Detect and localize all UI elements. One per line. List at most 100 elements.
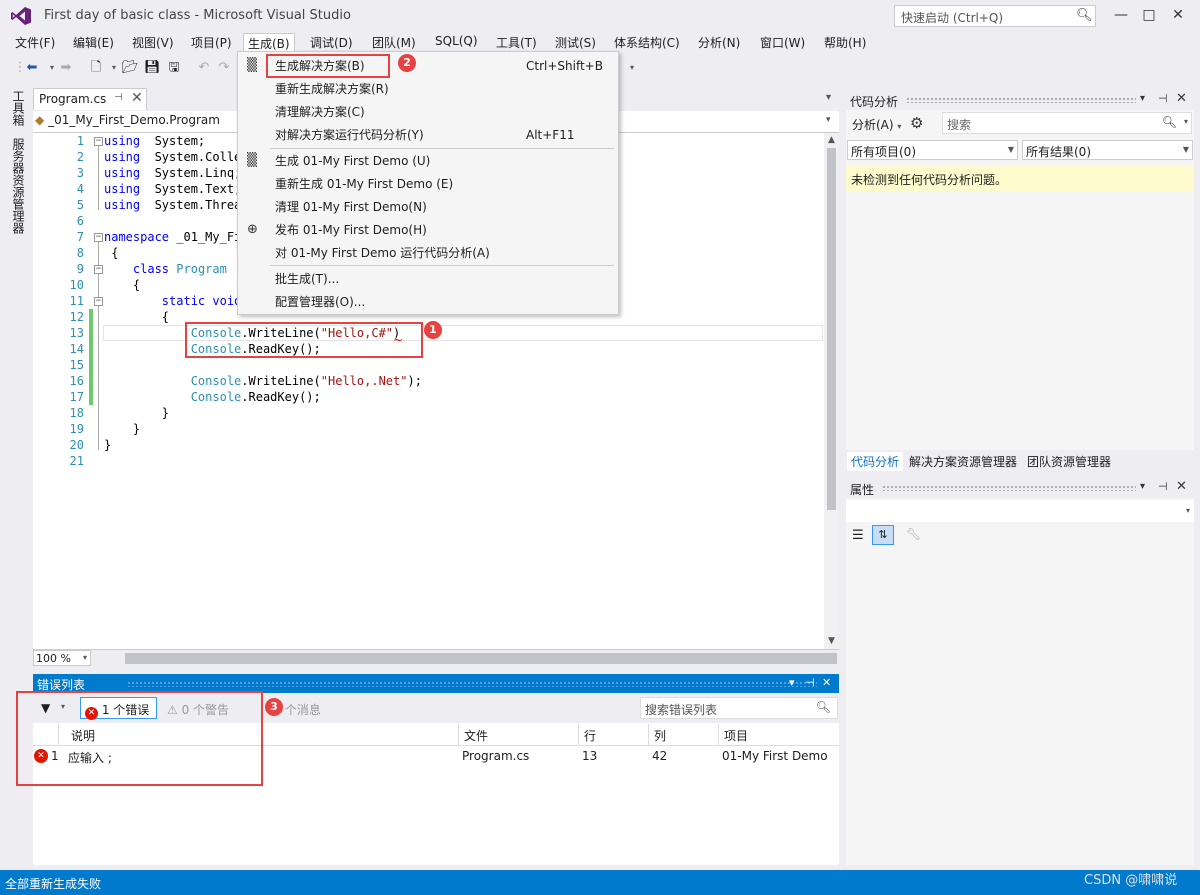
filter-results-combo[interactable]: 所有结果(0) ▼ <box>1022 140 1193 160</box>
code-token: System.Collec <box>140 150 249 164</box>
analyze-button[interactable]: 分析(A) ▾ <box>852 116 901 133</box>
collapse-icon[interactable]: − <box>94 265 103 274</box>
menu-item-0[interactable]: 文件(F) <box>11 33 59 52</box>
save-icon[interactable]: 💾︎ <box>144 60 161 76</box>
error-squiggle: ~ <box>393 333 404 347</box>
close-icon[interactable]: ✕ <box>131 90 143 106</box>
quick-launch-input[interactable]: 快速启动 (Ctrl+Q) <box>894 5 1096 27</box>
pin-icon[interactable]: ⊣ <box>805 676 815 689</box>
chevron-down-icon[interactable]: ▾ <box>826 92 831 103</box>
forward-icon[interactable]: ➡ <box>58 60 74 76</box>
horizontal-scrollbar[interactable] <box>125 653 837 664</box>
tab-solution-explorer[interactable]: 解决方案资源管理器 <box>905 452 1021 471</box>
scroll-up-icon[interactable]: ▲ <box>824 135 839 145</box>
menu-item-9[interactable]: 测试(S) <box>551 33 600 52</box>
menu-item-4[interactable]: 生成(B) <box>243 33 295 52</box>
column-header-line[interactable]: 行 <box>579 724 649 746</box>
undo-icon[interactable]: ↶ <box>196 60 212 76</box>
code-analysis-search-input[interactable]: 搜索 🔍︎ ▾ <box>942 112 1192 134</box>
close-window-button[interactable]: ✕ <box>1163 4 1193 26</box>
menu-item-11[interactable]: 分析(N) <box>694 33 744 52</box>
build-menu-item-8[interactable]: 对 01-My First Demo 运行代码分析(A) <box>239 242 617 264</box>
menu-item-1[interactable]: 编辑(E) <box>69 33 118 52</box>
code-line: using System.Linq; <box>104 165 241 181</box>
server-explorer-tab[interactable]: 服务器资源管理器 <box>9 138 25 234</box>
column-header-column[interactable]: 列 <box>649 724 719 746</box>
error-project: 01-My First Demo <box>722 749 828 763</box>
menu-item-12[interactable]: 窗口(W) <box>756 33 809 52</box>
error-file: Program.cs <box>462 749 530 763</box>
menu-item-13[interactable]: 帮助(H) <box>820 33 870 52</box>
menu-item-5[interactable]: 调试(D) <box>306 33 357 52</box>
menu-item-6[interactable]: 团队(M) <box>368 33 420 52</box>
code-token: System.Linq; <box>140 166 242 180</box>
close-icon[interactable]: ✕ <box>1176 479 1187 494</box>
build-menu-item-6[interactable]: 清理 01-My First Demo(N) <box>239 196 617 218</box>
search-icon[interactable]: 🔍︎ <box>1076 8 1093 23</box>
open-file-icon[interactable]: 📂︎ <box>122 60 139 76</box>
fold-guide <box>98 146 99 210</box>
toolbar-overflow-icon[interactable]: ▾ <box>624 60 640 76</box>
chevron-down-icon[interactable]: ▾ <box>826 115 831 125</box>
pin-icon[interactable]: ⊣ <box>1158 92 1168 105</box>
code-analysis-title-bar[interactable]: 代码分析 ▾ ⊣ ✕ <box>846 90 1196 110</box>
line-number: 17 <box>69 390 84 404</box>
properties-object-combo[interactable]: ▾ <box>846 500 1194 522</box>
collapse-icon[interactable]: − <box>94 233 103 242</box>
class-navigation-combo[interactable]: ◆ _01_My_First_Demo.Program <box>35 113 220 127</box>
build-menu-item-7[interactable]: ⊕ 发布 01-My First Demo(H) <box>239 219 617 241</box>
line-number: 5 <box>76 198 84 212</box>
chevron-down-icon[interactable]: ▾ <box>1140 93 1145 104</box>
pin-icon[interactable]: ⊣ <box>1158 480 1168 493</box>
column-header-project[interactable]: 项目 <box>719 724 839 746</box>
back-icon[interactable]: ⬅ <box>24 60 40 76</box>
build-menu-item-5[interactable]: 重新生成 01-My First Demo (E) <box>239 173 617 195</box>
build-menu-item-3[interactable]: 对解决方案运行代码分析(Y) Alt+F11 <box>239 124 617 146</box>
grip-dots <box>882 485 1136 491</box>
toolbox-tab[interactable]: 工具箱 <box>9 90 25 126</box>
menu-item-3[interactable]: 项目(P) <box>187 33 236 52</box>
build-menu-item-2[interactable]: 清理解决方案(C) <box>239 101 617 123</box>
maximize-button[interactable]: □ <box>1134 4 1164 26</box>
tab-code-analysis[interactable]: 代码分析 <box>847 452 904 471</box>
build-menu-item-9[interactable]: 批生成(T)... <box>239 268 617 290</box>
new-project-icon[interactable]: 🗋 <box>88 60 104 76</box>
collapse-icon[interactable]: − <box>94 137 103 146</box>
categorized-icon[interactable]: ☰ <box>852 528 864 543</box>
line-number: 10 <box>69 278 84 292</box>
scroll-down-icon[interactable]: ▼ <box>824 636 839 646</box>
document-tab-program-cs[interactable]: Program.cs ⊣ ✕ <box>33 88 147 110</box>
build-menu-item-1[interactable]: 重新生成解决方案(R) <box>239 78 617 100</box>
tab-team-explorer[interactable]: 团队资源管理器 <box>1023 452 1115 471</box>
chevron-down-icon[interactable]: ▾ <box>789 676 795 689</box>
menu-item-7[interactable]: SQL(Q) <box>431 33 482 52</box>
search-icon[interactable]: 🔍︎ <box>1162 115 1177 129</box>
menu-item-10[interactable]: 体系结构(C) <box>610 33 684 52</box>
build-menu-item-10[interactable]: 配置管理器(O)... <box>239 291 617 313</box>
filter-projects-combo[interactable]: 所有项目(0) ▼ <box>847 140 1018 160</box>
build-menu-item-4[interactable]: ▒ 生成 01-My First Demo (U) <box>239 150 617 172</box>
pin-icon[interactable]: ⊣ <box>114 92 123 103</box>
column-header-file[interactable]: 文件 <box>459 724 579 746</box>
search-icon[interactable]: 🔍︎ <box>816 700 831 714</box>
zoom-combo[interactable]: 100 % ▾ <box>33 650 91 666</box>
chevron-down-icon[interactable]: ▾ <box>106 60 122 76</box>
redo-icon[interactable]: ↷ <box>216 60 232 76</box>
menu-item-8[interactable]: 工具(T) <box>492 33 541 52</box>
chevron-down-icon[interactable]: ▾ <box>83 653 87 662</box>
error-list-search-input[interactable]: 搜索错误列表 🔍︎ <box>640 697 838 719</box>
close-icon[interactable]: ✕ <box>1176 91 1187 106</box>
chevron-down-icon[interactable]: ▾ <box>1184 117 1188 126</box>
alphabetical-icon[interactable]: ⇅ <box>872 525 894 545</box>
property-pages-icon[interactable]: 🔧︎ <box>906 527 921 541</box>
chevron-down-icon[interactable]: ▾ <box>1140 481 1145 492</box>
properties-title-bar[interactable]: 属性 ▾ ⊣ ✕ <box>846 478 1196 498</box>
save-all-icon[interactable]: 🖫 <box>166 60 182 76</box>
annotation-box-build-solution <box>266 54 390 78</box>
menu-item-2[interactable]: 视图(V) <box>128 33 178 52</box>
gear-icon[interactable]: ⚙ <box>910 114 923 132</box>
close-icon[interactable]: ✕ <box>822 676 831 689</box>
vertical-scrollbar-thumb[interactable] <box>827 148 836 510</box>
collapse-icon[interactable]: − <box>94 297 103 306</box>
minimize-button[interactable]: — <box>1106 4 1136 26</box>
